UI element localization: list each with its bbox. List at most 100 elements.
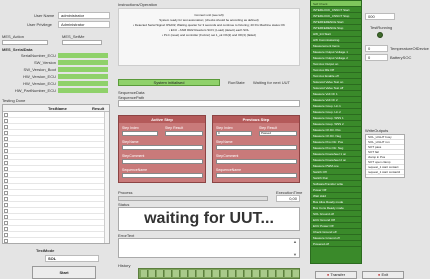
active-step-name-field: [122, 145, 203, 150]
start-button[interactable]: Start: [32, 266, 96, 279]
row-checkbox[interactable]: [4, 233, 8, 237]
mes-serial-row: SW_Version: [0, 59, 110, 66]
previous-step-name-label: StepName: [216, 140, 233, 144]
row-checkbox[interactable]: [4, 191, 8, 195]
active-step-format-label: SequenceName: [122, 168, 148, 172]
row-checkbox[interactable]: [4, 137, 8, 141]
mes-action-label: MES_Action: [2, 34, 25, 39]
row-checkbox[interactable]: [4, 185, 8, 189]
previous-step-comment-label: StepComment: [216, 154, 239, 158]
exit-button-label: Exit: [381, 272, 389, 277]
row-checkbox[interactable]: [4, 209, 8, 213]
row-checkbox[interactable]: [4, 239, 8, 243]
write-outputs-list[interactable]: SOL_LIGHT busy SOL_LIGHT run SOT pass SOT f…: [365, 134, 405, 178]
write-output-item[interactable]: request_1 start contact2: [366, 170, 404, 175]
mes-enable-field[interactable]: [62, 40, 102, 45]
history-segment: [173, 270, 180, 277]
transfer-icon: ●: [326, 272, 330, 277]
previous-step-result-label: Step Result: [259, 126, 278, 130]
row-checkbox[interactable]: [4, 197, 8, 201]
instructions-line: • PLC (reset) and controller (Fuzzer) se…: [162, 33, 256, 37]
exit-button[interactable]: ● Exit: [362, 271, 404, 279]
history-segment: [285, 270, 292, 277]
scroll-down-icon[interactable]: ▼: [293, 252, 297, 257]
sequence-path-field: [118, 100, 300, 107]
mes-serial-row-label: HW_Version_ECU: [23, 74, 56, 79]
previous-step-result-field: Passed: [259, 131, 297, 136]
row-checkbox[interactable]: [4, 155, 8, 159]
active-step-title: Active Step: [119, 116, 205, 123]
table-header: TestName Result: [3, 105, 109, 112]
testing-done-table[interactable]: TestName Result: [2, 104, 110, 244]
status-display: waiting for UUT...: [118, 207, 300, 231]
mes-serial-row-label: HW_Version_ECU: [23, 81, 56, 86]
row-checkbox[interactable]: [4, 143, 8, 147]
exec-time-field: 0,00: [276, 195, 300, 202]
scroll-up-icon[interactable]: ▲: [293, 239, 297, 244]
active-step-index-label: Step Index: [122, 126, 139, 130]
mes-serial-row-value: [58, 81, 108, 86]
mes-serial-row-value: [58, 67, 108, 72]
mes-serial-row-value: [58, 88, 108, 93]
run-state-value: Waiting for next UUT: [253, 80, 290, 85]
row-checkbox[interactable]: [4, 179, 8, 183]
previous-step-seqname-field: [216, 173, 297, 178]
history-segment: [213, 270, 220, 277]
test-mode-label: TestMode: [36, 248, 55, 253]
testing-done-label: Testing Done: [2, 98, 26, 103]
mes-action-field[interactable]: [2, 40, 48, 45]
mes-serial-block: SerialNumber_ECU SW_Version SW_Version_B…: [0, 52, 110, 94]
active-step-comment-label: StepComment: [122, 154, 145, 158]
previous-step-comment-field: [216, 159, 297, 164]
exit-icon: ●: [377, 272, 381, 277]
active-step-result-field: [165, 131, 203, 136]
process-step-item[interactable]: Powered off: [311, 241, 361, 247]
history-label: History: [118, 263, 131, 268]
active-step-format-field: [122, 173, 203, 178]
row-checkbox[interactable]: [4, 113, 8, 117]
row-checkbox[interactable]: [4, 149, 8, 153]
io-value-field: 000: [365, 13, 395, 20]
row-checkbox[interactable]: [4, 125, 8, 129]
mes-serial-row-value: [58, 74, 108, 79]
mes-serial-row-value: [58, 60, 108, 65]
transfer-button-label: Transfer: [330, 272, 346, 277]
process-step-list[interactable]: Self Check INTERLOCK_CNNCT Start INTERLOCK…: [310, 0, 362, 264]
row-checkbox[interactable]: [4, 173, 8, 177]
active-step-panel: Active Step Step Index Step Result StepN…: [118, 115, 206, 183]
history-segment: [205, 270, 212, 277]
process-label: Process: [118, 190, 133, 195]
row-checkbox[interactable]: [4, 221, 8, 225]
row-checkbox[interactable]: [4, 215, 8, 219]
row-checkbox[interactable]: [4, 131, 8, 135]
mes-serial-row-label: SW_Version: [33, 60, 56, 65]
history-segment: [253, 270, 260, 277]
col-test-name: TestName: [48, 106, 67, 111]
row-checkbox[interactable]: [4, 227, 8, 231]
battery-label: BatterySOC: [390, 55, 412, 60]
error-text-field[interactable]: ▲ ▼: [118, 238, 300, 258]
transfer-button[interactable]: ● Transfer: [315, 271, 357, 279]
row-checkbox[interactable]: [4, 167, 8, 171]
table-body: [3, 112, 109, 243]
write-outputs-label: WriteOutputs: [365, 128, 389, 133]
battery-field: 0: [365, 54, 388, 61]
user-privilege-label: User Privilege: [27, 22, 52, 27]
active-step-index-field: [122, 131, 158, 136]
previous-step-index-field: 0: [216, 131, 252, 136]
table-row[interactable]: [3, 238, 109, 243]
active-step-comment-field: [122, 159, 203, 164]
history-segment: [197, 270, 204, 277]
row-checkbox[interactable]: [4, 161, 8, 165]
row-checkbox[interactable]: [4, 119, 8, 123]
user-name-field: administrator: [58, 12, 110, 19]
history-segment: [157, 270, 164, 277]
test-running-label: TestRunning: [370, 25, 393, 30]
mes-enable-label: MES_SetMe: [62, 34, 85, 39]
row-checkbox[interactable]: [4, 203, 8, 207]
process-progress-bar: [118, 196, 268, 201]
system-status-indicator: System initialised: [118, 79, 220, 86]
table-scrollbar[interactable]: [104, 112, 109, 243]
history-segment: [181, 270, 188, 277]
history-segment: [149, 270, 156, 277]
